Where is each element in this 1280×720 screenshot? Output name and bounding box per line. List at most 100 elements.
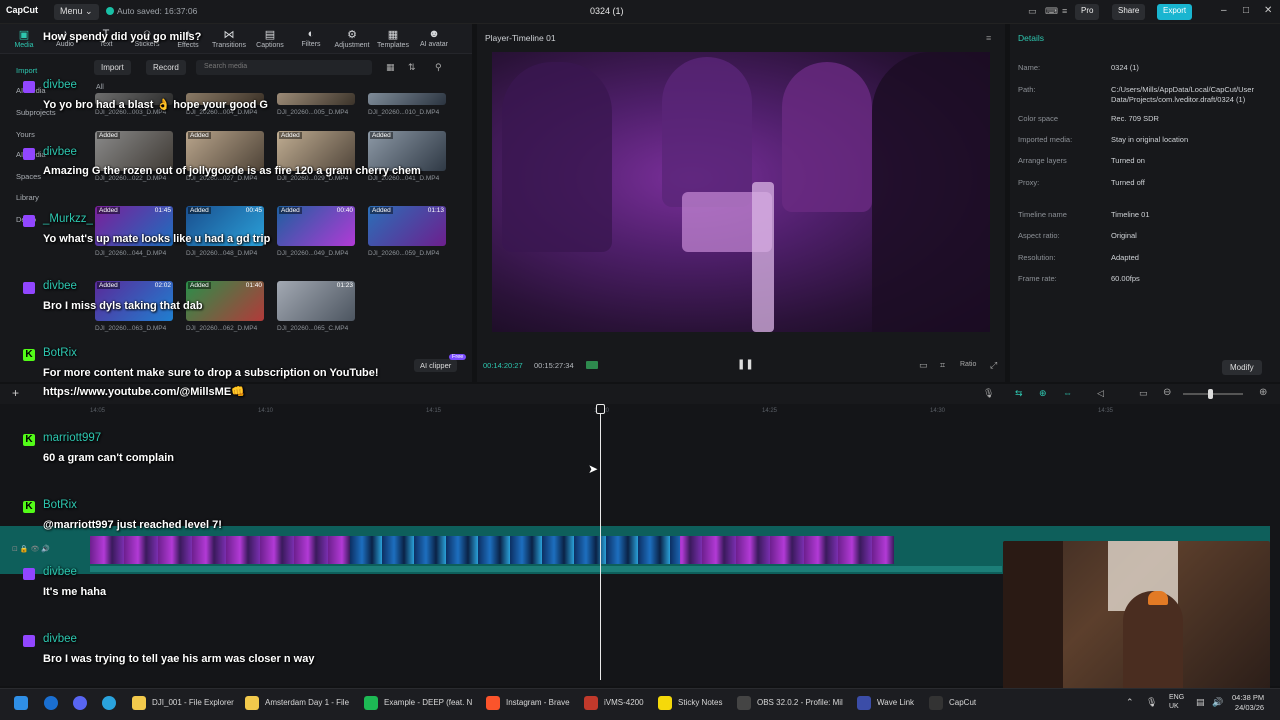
added-badge: Added <box>97 207 120 214</box>
import-button[interactable]: Import <box>94 60 131 75</box>
zoom-slider[interactable] <box>1183 393 1243 395</box>
twitch-icon <box>23 282 35 294</box>
file-explorer-icon <box>245 696 259 710</box>
media-thumbnail[interactable]: 01:23 <box>277 281 355 321</box>
snap-icon[interactable]: ⇔ <box>1063 388 1072 398</box>
video-clip-strip[interactable] <box>90 536 894 564</box>
windows-start-icon[interactable] <box>14 696 28 710</box>
link-icon[interactable]: ⇆ <box>1015 388 1023 399</box>
menu-button[interactable]: Menu ⌄ <box>54 4 99 20</box>
audio-waveform[interactable] <box>90 566 1002 572</box>
crop-icon[interactable]: ⌗ <box>940 360 945 371</box>
media-filename: DJI_20260...065_C.MP4 <box>277 325 349 332</box>
fullscreen-icon[interactable]: ⤢ <box>990 360 997 371</box>
tool-filters[interactable]: ◐ Filters <box>293 28 329 48</box>
duration-label: 01:13 <box>427 207 444 214</box>
media-filename: DJI_20260...059_D.MP4 <box>368 250 440 257</box>
ratio-button[interactable]: Ratio <box>960 361 976 368</box>
filter-all[interactable]: All <box>96 84 104 91</box>
wave-link-icon <box>857 696 871 710</box>
media-thumbnail[interactable]: Added 01:13 <box>368 206 446 246</box>
added-badge: Added <box>188 282 211 289</box>
grid-view-icon[interactable]: ▦ <box>386 62 395 73</box>
tool-label: Templates <box>377 42 409 49</box>
ruler-tick-label: 14:10 <box>258 408 274 414</box>
pause-icon[interactable]: ❚❚ <box>737 359 754 370</box>
nav-item-6[interactable]: Library <box>16 193 39 202</box>
clock[interactable]: 04:38 PM 24/03/26 <box>1232 693 1264 713</box>
playhead[interactable] <box>600 404 601 680</box>
chat-message: For more content make sure to drop a sub… <box>43 367 379 379</box>
discord-icon[interactable] <box>73 696 87 710</box>
autosave-status: Auto saved: 16:37:06 <box>117 6 198 16</box>
magnet-icon[interactable]: ⊕ <box>1039 388 1047 399</box>
pro-button[interactable]: Pro <box>1075 4 1100 20</box>
app-logo: CapCut <box>6 5 38 15</box>
twitch-icon <box>23 568 35 580</box>
tool-adjustment[interactable]: ⚙ Adjustment <box>334 28 370 49</box>
shortcut-icon[interactable]: ⌨ <box>1045 6 1058 17</box>
track-controls-icon[interactable]: ⊡ 🔒 👁 🔊 <box>12 545 50 553</box>
chat-username: divbee <box>43 566 77 578</box>
outlook-icon[interactable] <box>44 696 58 710</box>
playhead-handle[interactable] <box>596 404 605 414</box>
microphone-icon[interactable]: 🎙 <box>983 388 994 399</box>
sort-icon[interactable]: ⇅ <box>408 62 416 73</box>
detail-value: Turned off <box>1111 178 1145 187</box>
tray-chevron-icon[interactable]: ⌃ <box>1126 697 1134 708</box>
twitch-icon <box>23 148 35 160</box>
chat-message: 60 a gram can't complain <box>43 452 174 464</box>
close-icon[interactable]: ✕ <box>1264 5 1272 16</box>
ai-avatar-icon: ☻ <box>428 28 440 40</box>
export-button[interactable]: Export <box>1157 4 1193 20</box>
player-menu-icon[interactable]: ≡ <box>986 33 991 43</box>
record-button[interactable]: Record <box>146 60 186 75</box>
tool-templates[interactable]: ▦ Templates <box>375 28 411 49</box>
add-track-icon[interactable]: + <box>12 386 19 400</box>
media-filename: DJI_20260...048_D.MP4 <box>186 250 258 257</box>
settings-icon[interactable]: ≡ <box>1062 6 1067 16</box>
nav-item-3[interactable]: Yours <box>16 130 35 139</box>
share-button[interactable]: Share <box>1112 4 1146 20</box>
search-input[interactable]: Search media <box>196 60 372 75</box>
nav-item-5[interactable]: Spaces <box>16 172 41 181</box>
minimize-icon[interactable]: – <box>1221 5 1227 16</box>
preview-axis-icon[interactable]: ▭ <box>1139 388 1148 399</box>
fit-icon[interactable]: ▭ <box>919 360 928 371</box>
tray-mic-icon[interactable]: 🎙 <box>1146 697 1157 708</box>
nav-item-0[interactable]: Import <box>16 66 37 75</box>
zoom-in-icon[interactable]: ⊕ <box>1259 387 1267 398</box>
video-clip-blue[interactable] <box>350 536 680 564</box>
tool-transitions[interactable]: ⋈ Transitions <box>211 28 247 49</box>
split-icon[interactable]: ◁ <box>1097 388 1104 399</box>
detail-label: Color space <box>1018 114 1059 123</box>
media-thumbnail[interactable] <box>368 93 446 105</box>
media-icon: ▣ <box>18 29 30 41</box>
ruler-tick-label: 14:25 <box>762 408 778 414</box>
tool-captions[interactable]: ▤ Captions <box>252 28 288 49</box>
taskbar-app-label: Sticky Notes <box>678 698 723 707</box>
maximize-icon[interactable]: □ <box>1243 5 1249 16</box>
duration-label: 00:40 <box>336 207 353 214</box>
filter-icon[interactable]: ⚲ <box>435 62 442 73</box>
tool-media[interactable]: ▣ Media <box>6 28 42 49</box>
added-badge: Added <box>188 132 211 139</box>
chat-message: @marriott997 just reached level 7! <box>43 519 222 531</box>
ai-clipper-button[interactable]: AI clipper <box>414 359 458 372</box>
file-explorer-icon <box>132 696 146 710</box>
modify-button[interactable]: Modify <box>1222 360 1262 375</box>
tool-ai-avatar[interactable]: ☻ AI avatar <box>416 28 452 48</box>
media-thumbnail[interactable] <box>277 93 355 105</box>
volume-icon[interactable]: 🔊 <box>1212 697 1223 708</box>
clock-date: 24/03/26 <box>1234 703 1265 712</box>
layout-icon[interactable]: ▭ <box>1028 6 1037 17</box>
video-preview[interactable] <box>492 52 990 332</box>
zoom-slider-handle[interactable] <box>1208 389 1213 399</box>
detail-value: Adapted <box>1111 253 1139 262</box>
mouse-cursor-icon: ➤ <box>588 462 599 476</box>
media-thumbnail[interactable]: Added 00:40 <box>277 206 355 246</box>
zoom-out-icon[interactable]: ⊖ <box>1163 387 1171 398</box>
network-icon[interactable]: ▤ <box>1196 697 1205 708</box>
telegram-icon[interactable] <box>102 696 116 710</box>
detail-value: 0324 (1) <box>1111 63 1139 72</box>
